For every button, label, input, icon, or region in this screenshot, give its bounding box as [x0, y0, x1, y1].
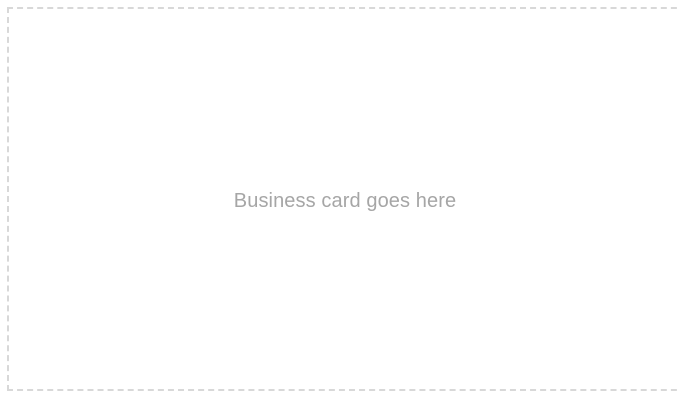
business-card-page: Business card goes here [0, 0, 679, 393]
business-card-placeholder-text: Business card goes here [233, 190, 457, 212]
